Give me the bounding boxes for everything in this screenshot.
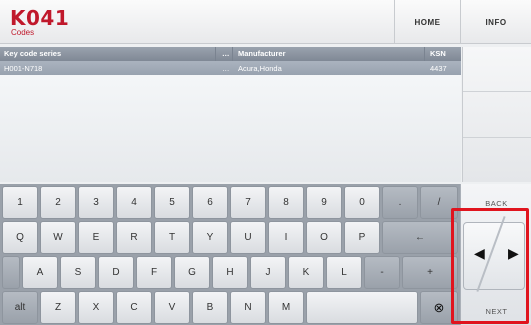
- key-j[interactable]: J: [250, 256, 286, 289]
- key-slash[interactable]: /: [420, 186, 458, 219]
- panel-divider: [463, 91, 531, 92]
- info-button[interactable]: INFO: [460, 0, 531, 44]
- key-spacer-left: [2, 256, 20, 289]
- header-bar: K041 Codes HOME INFO: [0, 0, 531, 44]
- key-1[interactable]: 1: [2, 186, 38, 219]
- key-g[interactable]: G: [174, 256, 210, 289]
- key-7[interactable]: 7: [230, 186, 266, 219]
- key-d[interactable]: D: [98, 256, 134, 289]
- cell-manufacturer: Acura,Honda: [238, 64, 282, 73]
- key-y[interactable]: Y: [192, 221, 228, 254]
- right-arrow-icon[interactable]: ▶: [508, 245, 519, 262]
- table-row[interactable]: H001-N718 … Acura,Honda 4437: [0, 61, 461, 75]
- key-s[interactable]: S: [60, 256, 96, 289]
- key-x[interactable]: X: [78, 291, 114, 324]
- key-u[interactable]: U: [230, 221, 266, 254]
- key-z[interactable]: Z: [40, 291, 76, 324]
- key-b[interactable]: B: [192, 291, 228, 324]
- key-i[interactable]: I: [268, 221, 304, 254]
- results-table: Key code series … Manufacturer KSN H001-…: [0, 47, 461, 182]
- column-header-ksn: KSN: [430, 49, 446, 58]
- panel-divider: [463, 137, 531, 138]
- left-arrow-icon[interactable]: ◀: [474, 245, 485, 262]
- key-n[interactable]: N: [230, 291, 266, 324]
- key-4[interactable]: 4: [116, 186, 152, 219]
- key-k[interactable]: K: [288, 256, 324, 289]
- key-e[interactable]: E: [78, 221, 114, 254]
- table-empty-area: [0, 75, 461, 182]
- key-a[interactable]: A: [22, 256, 58, 289]
- back-button[interactable]: BACK: [461, 190, 531, 216]
- key-f[interactable]: F: [136, 256, 172, 289]
- column-header-separator: …: [222, 49, 230, 58]
- key-plus[interactable]: +: [402, 256, 458, 289]
- clear-key[interactable]: ⊗: [420, 291, 458, 324]
- on-screen-keyboard: 1 2 3 4 5 6 7 8 9 0 . / Q W E R T Y U I …: [0, 184, 460, 325]
- arrow-pad: ◀ ▶: [463, 222, 525, 290]
- key-m[interactable]: M: [268, 291, 304, 324]
- key-v[interactable]: V: [154, 291, 190, 324]
- key-8[interactable]: 8: [268, 186, 304, 219]
- column-header-manufacturer: Manufacturer: [238, 49, 286, 58]
- key-p[interactable]: P: [344, 221, 380, 254]
- app-screen: K041 Codes HOME INFO Key code series … M…: [0, 0, 531, 325]
- alt-key[interactable]: alt: [2, 291, 38, 324]
- key-w[interactable]: W: [40, 221, 76, 254]
- table-header: Key code series … Manufacturer KSN: [0, 47, 461, 61]
- key-minus[interactable]: -: [364, 256, 400, 289]
- key-q[interactable]: Q: [2, 221, 38, 254]
- key-6[interactable]: 6: [192, 186, 228, 219]
- cell-key-code-series: H001-N718: [4, 64, 43, 73]
- key-c[interactable]: C: [116, 291, 152, 324]
- key-t[interactable]: T: [154, 221, 190, 254]
- page-subtitle: Codes: [11, 28, 35, 37]
- key-5[interactable]: 5: [154, 186, 190, 219]
- key-9[interactable]: 9: [306, 186, 342, 219]
- next-button[interactable]: NEXT: [461, 298, 531, 324]
- space-key[interactable]: [306, 291, 418, 324]
- column-header-key-code-series: Key code series: [4, 49, 62, 58]
- key-h[interactable]: H: [212, 256, 248, 289]
- key-0[interactable]: 0: [344, 186, 380, 219]
- backspace-key[interactable]: ←: [382, 221, 458, 254]
- key-3[interactable]: 3: [78, 186, 114, 219]
- page-title: K041: [10, 6, 70, 30]
- key-l[interactable]: L: [326, 256, 362, 289]
- key-o[interactable]: O: [306, 221, 342, 254]
- cell-separator: …: [222, 64, 230, 73]
- cell-ksn: 4437: [430, 64, 447, 73]
- key-r[interactable]: R: [116, 221, 152, 254]
- key-2[interactable]: 2: [40, 186, 76, 219]
- home-button[interactable]: HOME: [394, 0, 460, 44]
- key-dot[interactable]: .: [382, 186, 418, 219]
- right-side-panel: [462, 47, 531, 182]
